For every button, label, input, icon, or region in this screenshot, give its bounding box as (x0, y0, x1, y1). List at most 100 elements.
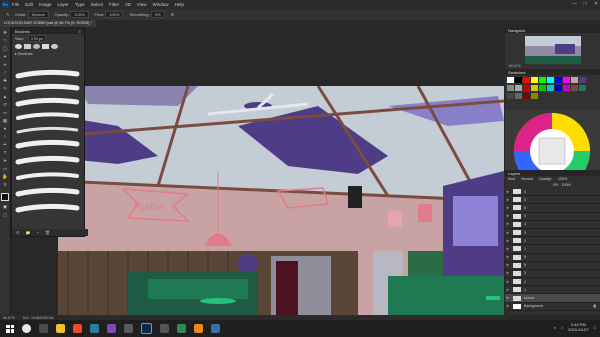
app-icon[interactable] (73, 324, 82, 333)
brush-size-field[interactable]: 178 px (27, 34, 46, 42)
menu-filter[interactable]: Filter (109, 2, 119, 7)
windows-start-icon[interactable] (6, 324, 14, 333)
brush-tool-icon[interactable]: ✎ (6, 12, 9, 17)
layer-opacity-field[interactable]: 100% (558, 177, 567, 181)
delete-brush-icon[interactable]: 🗑 (45, 230, 50, 235)
app-icon[interactable] (124, 324, 133, 333)
menu-3d[interactable]: 3D (125, 2, 131, 7)
clock[interactable]: 2:45 PM 2020-04-07 (568, 322, 588, 332)
menu-view[interactable]: View (137, 2, 147, 7)
recent-brush[interactable] (42, 43, 49, 49)
pen-tool-icon[interactable]: ✒ (2, 142, 8, 147)
file-explorer-icon[interactable] (90, 324, 99, 333)
app-icon[interactable] (211, 324, 220, 333)
swatches-grid[interactable] (505, 75, 600, 105)
shape-tool-icon[interactable]: ▭ (2, 166, 8, 171)
lasso-tool-icon[interactable]: ◯ (2, 46, 8, 51)
layer-row[interactable]: ● 3 (505, 229, 600, 238)
app-icon[interactable] (177, 324, 186, 333)
notifications-icon[interactable]: □ (594, 325, 596, 330)
visibility-eye-icon[interactable]: ● (505, 304, 510, 308)
visibility-eye-icon[interactable]: ● (505, 263, 510, 267)
visibility-eye-icon[interactable]: ● (505, 271, 510, 275)
blend-mode-select[interactable]: Normal (521, 177, 533, 181)
menu-select[interactable]: Select (91, 2, 104, 7)
new-group-icon[interactable]: 📁 (26, 230, 31, 235)
navigator-thumbnail[interactable] (524, 36, 581, 64)
menu-image[interactable]: Image (39, 2, 52, 7)
chrome-icon[interactable] (56, 324, 65, 333)
menu-layer[interactable]: Layer (58, 2, 69, 7)
visibility-eye-icon[interactable]: ● (505, 296, 510, 300)
quick-mask-icon[interactable]: ▣ (2, 204, 8, 209)
recent-brush[interactable] (33, 43, 40, 49)
layer-row[interactable]: ● 5 (505, 262, 600, 270)
layer-kind-filter[interactable]: Kind (508, 177, 515, 181)
opacity-field[interactable]: 100% (70, 11, 89, 18)
dodge-tool-icon[interactable]: ○ (2, 134, 8, 139)
foreground-color-swatch[interactable] (1, 193, 9, 201)
app-icon[interactable] (107, 324, 116, 333)
layer-row[interactable]: ● 2 (505, 278, 600, 287)
visibility-eye-icon[interactable]: ● (505, 239, 510, 243)
brush-preset-list[interactable] (15, 66, 81, 226)
close-icon[interactable]: ✕ (594, 1, 598, 7)
layer-row[interactable]: ● 5 (505, 196, 600, 205)
layer-row[interactable]: ● 5 (505, 254, 600, 262)
eyedropper-tool-icon[interactable]: ⁄ (2, 70, 8, 75)
brush-settings-icon[interactable]: ⚙ (16, 230, 20, 235)
visibility-eye-icon[interactable]: ● (505, 280, 510, 284)
layer-row[interactable]: ● 3 (505, 270, 600, 279)
brush-tool-icon[interactable]: ✎ (2, 86, 8, 91)
visibility-eye-icon[interactable]: ● (505, 247, 510, 251)
layer-row[interactable]: ● 5 (505, 188, 600, 197)
flow-field[interactable]: 100% (105, 11, 124, 18)
visibility-eye-icon[interactable]: ● (505, 198, 510, 202)
recent-brush[interactable] (24, 43, 31, 49)
recent-brush[interactable] (15, 43, 22, 49)
search-icon[interactable] (22, 324, 31, 333)
path-select-tool-icon[interactable]: ➤ (2, 158, 8, 163)
new-brush-icon[interactable]: + (37, 230, 39, 235)
layer-row[interactable]: ● 5 (505, 213, 600, 221)
gradient-tool-icon[interactable]: ▩ (2, 118, 8, 123)
menu-help[interactable]: Help (175, 2, 184, 7)
document-tab[interactable]: LOCATION BAR GOBBY.psd @ 66.7% (5, RGB/8… (0, 20, 96, 27)
menu-edit[interactable]: Edit (25, 2, 33, 7)
photoshop-taskbar-icon[interactable] (141, 323, 152, 334)
eraser-tool-icon[interactable]: ▭ (2, 110, 8, 115)
visibility-eye-icon[interactable]: ● (505, 255, 510, 259)
crop-tool-icon[interactable]: ⌖ (2, 62, 8, 67)
type-tool-icon[interactable]: T (2, 150, 8, 155)
app-icon[interactable] (194, 324, 203, 333)
layer-row[interactable]: ● 2 (505, 237, 600, 246)
canvas-artwork[interactable]: Pueloe (58, 86, 504, 315)
visibility-eye-icon[interactable]: ● (505, 206, 510, 210)
move-tool-icon[interactable]: ✥ (2, 30, 8, 35)
layer-row[interactable]: ● 4 (505, 221, 600, 229)
menu-file[interactable]: File (12, 2, 19, 7)
zoom-tool-icon[interactable]: ⚲ (2, 182, 8, 187)
recent-brush[interactable] (51, 43, 58, 49)
layer-row[interactable]: ● 6 (505, 204, 600, 213)
status-zoom[interactable]: 66.67% (3, 316, 15, 320)
panel-menu-icon[interactable]: ≡ (79, 29, 81, 34)
stamp-tool-icon[interactable]: ▲ (2, 94, 8, 99)
navigator-header[interactable]: Navigator (505, 27, 600, 33)
screen-mode-icon[interactable]: ▢ (2, 212, 8, 217)
smoothing-field[interactable]: 0% (150, 11, 165, 18)
visibility-eye-icon[interactable]: ● (505, 222, 510, 226)
layer-row[interactable]: ● 1 (505, 286, 600, 295)
menu-window[interactable]: Window (153, 2, 169, 7)
visibility-eye-icon[interactable]: ● (505, 214, 510, 218)
minimize-icon[interactable]: — (572, 1, 577, 7)
visibility-eye-icon[interactable]: ● (505, 288, 510, 292)
status-doc-info[interactable]: Doc: 19.8M/236.3M (23, 316, 54, 320)
hand-tool-icon[interactable]: ✋ (2, 174, 8, 179)
menu-type[interactable]: Type (75, 2, 85, 7)
maximize-icon[interactable]: □ (584, 1, 587, 7)
task-view-icon[interactable] (39, 324, 48, 333)
marquee-tool-icon[interactable]: □ (2, 38, 8, 43)
mode-select[interactable]: Normal (27, 11, 49, 18)
settings-gear-icon[interactable]: ⚙ (171, 12, 175, 17)
